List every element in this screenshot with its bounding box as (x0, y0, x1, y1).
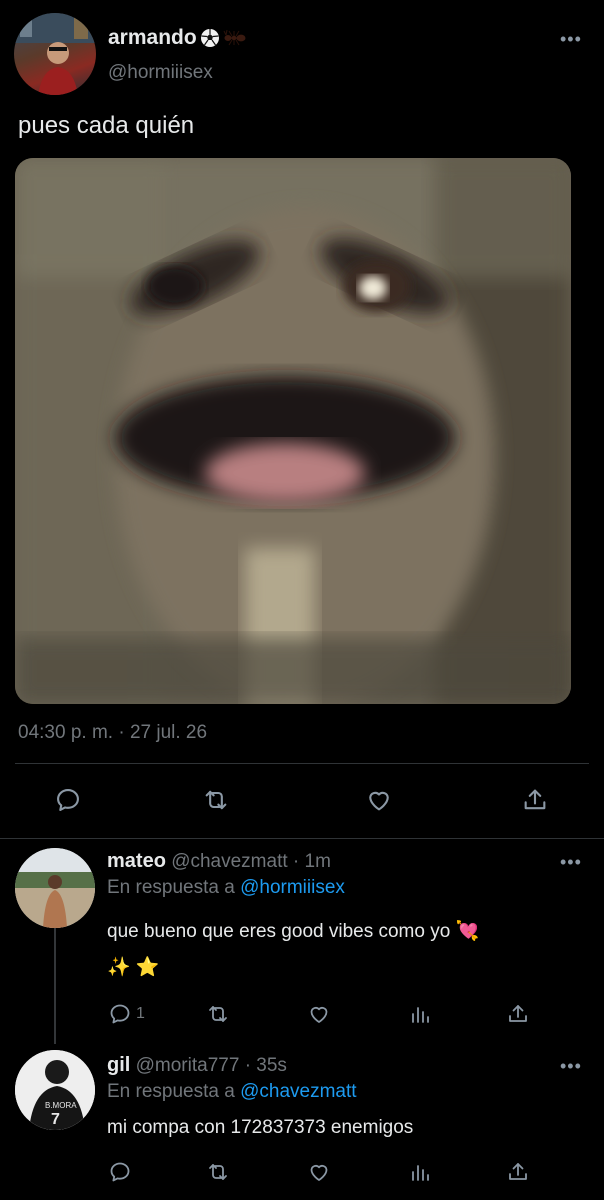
reply-action-reply[interactable]: 1 (108, 1002, 145, 1026)
soccer-ball-icon (200, 28, 220, 48)
more-horizontal-icon[interactable]: ••• (560, 30, 582, 48)
reply-icon[interactable] (54, 786, 82, 814)
retweet-icon[interactable] (202, 786, 230, 814)
reply-time[interactable]: · 35s (245, 1055, 287, 1076)
tweet-timestamp[interactable]: 04:30 p. m. · 27 jul. 26 (18, 722, 207, 744)
analytics-icon[interactable] (408, 1160, 432, 1184)
divider-top (15, 763, 589, 764)
share-icon[interactable] (506, 1160, 530, 1184)
retweet-icon[interactable] (206, 1002, 230, 1026)
share-icon[interactable] (521, 786, 549, 814)
author-avatar[interactable] (14, 13, 96, 95)
replying-prefix: En respuesta a (107, 877, 235, 898)
replying-prefix: En respuesta a (107, 1081, 235, 1102)
author-handle[interactable]: @hormiiisex (108, 62, 213, 84)
thread-line (54, 928, 56, 1044)
more-horizontal-icon[interactable]: ••• (560, 853, 582, 871)
reply-handle[interactable]: @morita777 (136, 1055, 240, 1076)
reply-count: 1 (136, 1005, 145, 1022)
reply-text-line2: ✨ ⭐ (107, 957, 160, 978)
share-icon[interactable] (506, 1002, 530, 1026)
svg-text:B.MORA: B.MORA (45, 1101, 77, 1110)
analytics-icon[interactable] (408, 1002, 432, 1026)
divider-bottom (0, 838, 604, 839)
reply-icon[interactable] (108, 1160, 132, 1184)
reply-display-name[interactable]: mateo (107, 850, 166, 872)
reply-text-line1: que bueno que eres good vibes como yo 💘 (107, 921, 480, 942)
like-icon[interactable] (365, 786, 393, 814)
reply-avatar-mateo[interactable] (15, 848, 95, 928)
replying-to-link[interactable]: @hormiiisex (240, 877, 345, 898)
replying-to-link[interactable]: @chavezmatt (240, 1081, 356, 1102)
reply-icon[interactable] (108, 1002, 132, 1026)
more-horizontal-icon[interactable]: ••• (560, 1057, 582, 1075)
reply-header-mateo: mateo @chavezmatt · 1m (107, 850, 331, 873)
author-display-name[interactable]: armando (108, 26, 197, 50)
author-name-row[interactable]: armando (108, 26, 247, 50)
like-icon[interactable] (307, 1160, 331, 1184)
reply-display-name[interactable]: gil (107, 1054, 130, 1076)
reply-avatar-gil[interactable]: B.MORA 7 (15, 1050, 95, 1130)
tweet-text: pues cada quién (18, 112, 195, 139)
reply-text-line1: mi compa con 172837373 enemigos (107, 1117, 414, 1138)
tweet-media-image[interactable] (15, 158, 571, 704)
replying-to-gil: En respuesta a @chavezmatt (107, 1081, 357, 1103)
svg-text:7: 7 (51, 1111, 60, 1128)
reply-handle[interactable]: @chavezmatt (171, 851, 287, 872)
like-icon[interactable] (307, 1002, 331, 1026)
replying-to-mateo: En respuesta a @hormiiisex (107, 877, 345, 899)
ant-icon (223, 28, 247, 48)
reply-header-gil: gil @morita777 · 35s (107, 1054, 287, 1077)
retweet-icon[interactable] (206, 1160, 230, 1184)
reply-time[interactable]: · 1m (293, 851, 331, 872)
